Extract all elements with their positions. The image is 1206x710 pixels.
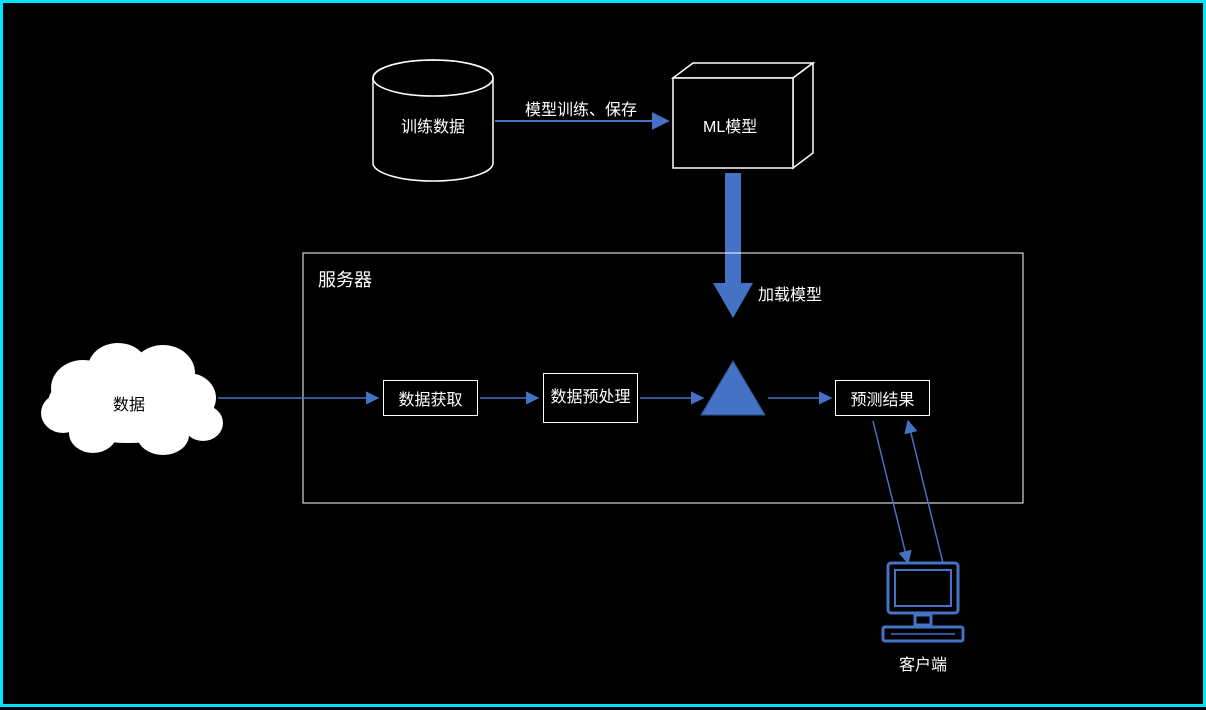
data-acquire-box: 数据获取 bbox=[383, 380, 478, 416]
predict-result-box: 预测结果 bbox=[835, 380, 930, 416]
edge-load-model-label: 加载模型 bbox=[758, 281, 822, 305]
arrow-client-to-result bbox=[908, 421, 943, 563]
arrow-result-to-client bbox=[873, 421, 908, 563]
client-computer-icon bbox=[883, 563, 963, 641]
server-container-label: 服务器 bbox=[318, 266, 372, 292]
data-cloud-label: 数据 bbox=[113, 391, 145, 415]
client-label: 客户端 bbox=[899, 651, 947, 675]
server-container-box bbox=[303, 253, 1023, 503]
diagram-frame: 训练数据 ML模型 模型训练、保存 加载模型 服务器 数据 数据获取 数据预处理… bbox=[0, 0, 1206, 707]
edge-train-save-label: 模型训练、保存 bbox=[525, 96, 637, 120]
data-preprocess-box: 数据预处理 bbox=[543, 373, 638, 423]
triangle-icon bbox=[701, 361, 765, 415]
arrow-load-model bbox=[713, 173, 753, 318]
ml-model-label: ML模型 bbox=[703, 113, 757, 137]
training-data-label: 训练数据 bbox=[401, 113, 465, 137]
